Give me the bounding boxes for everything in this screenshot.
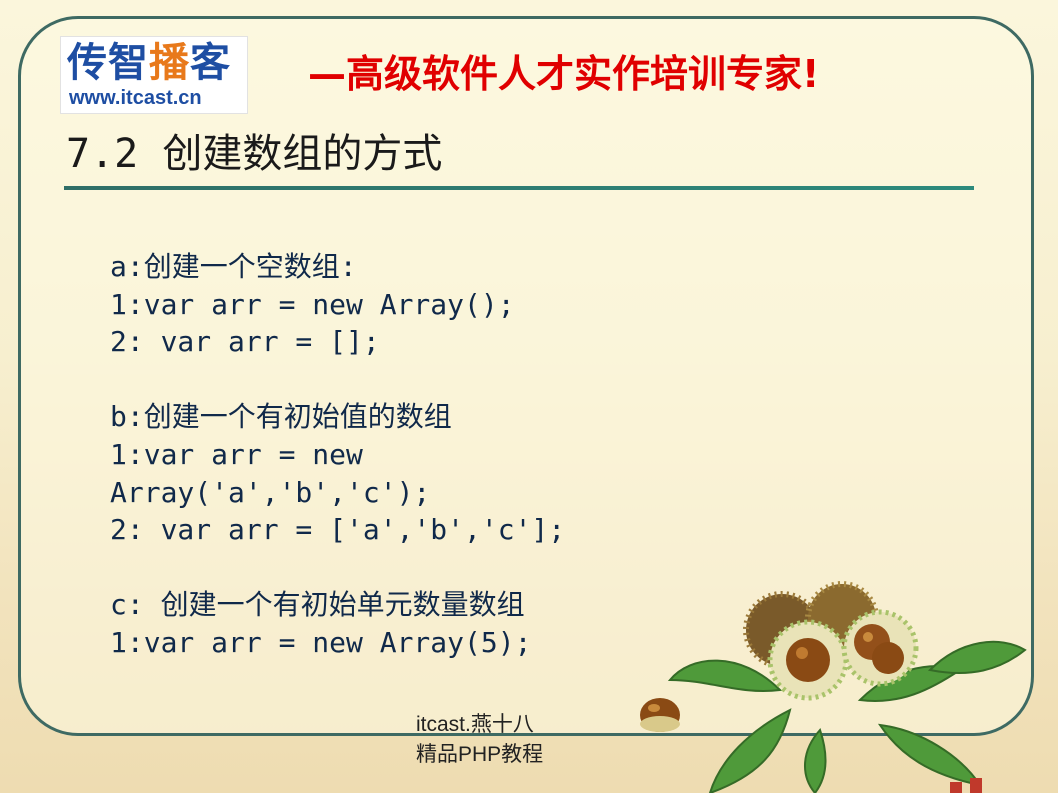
slogan: —高级软件人才实作培训专家! xyxy=(308,52,820,96)
content-line: 1:var arr = new Array(); xyxy=(110,287,515,321)
footer-line-2: 精品PHP教程 xyxy=(416,743,544,766)
content-line: 1:var arr = new xyxy=(110,437,363,471)
logo-name-part2: 播 xyxy=(149,40,190,86)
logo-url: www.itcast.cn xyxy=(69,87,202,109)
itcast-logo: 传智播客 www.itcast.cn xyxy=(60,36,248,114)
slide-title: 7.2 创建数组的方式 xyxy=(66,131,443,177)
logo-name: 传智播客 xyxy=(67,39,231,87)
logo-name-part3: 客 xyxy=(190,40,231,86)
title-divider xyxy=(64,186,974,190)
content-line: 2: var arr = []; xyxy=(110,325,380,359)
chestnuts-with-leaves-icon xyxy=(640,581,1027,793)
content-line: Array('a','b','c'); xyxy=(110,475,431,509)
logo-name-part1: 传智 xyxy=(67,40,149,86)
footer-credit: itcast.燕十八 精品PHP教程 xyxy=(416,710,543,770)
content-line: 2: var arr = ['a','b','c']; xyxy=(110,513,566,547)
content-line: a:创建一个空数组: xyxy=(110,250,357,283)
footer-line-1: itcast.燕十八 xyxy=(416,713,534,736)
content-line: b:创建一个有初始值的数组 xyxy=(110,400,452,434)
